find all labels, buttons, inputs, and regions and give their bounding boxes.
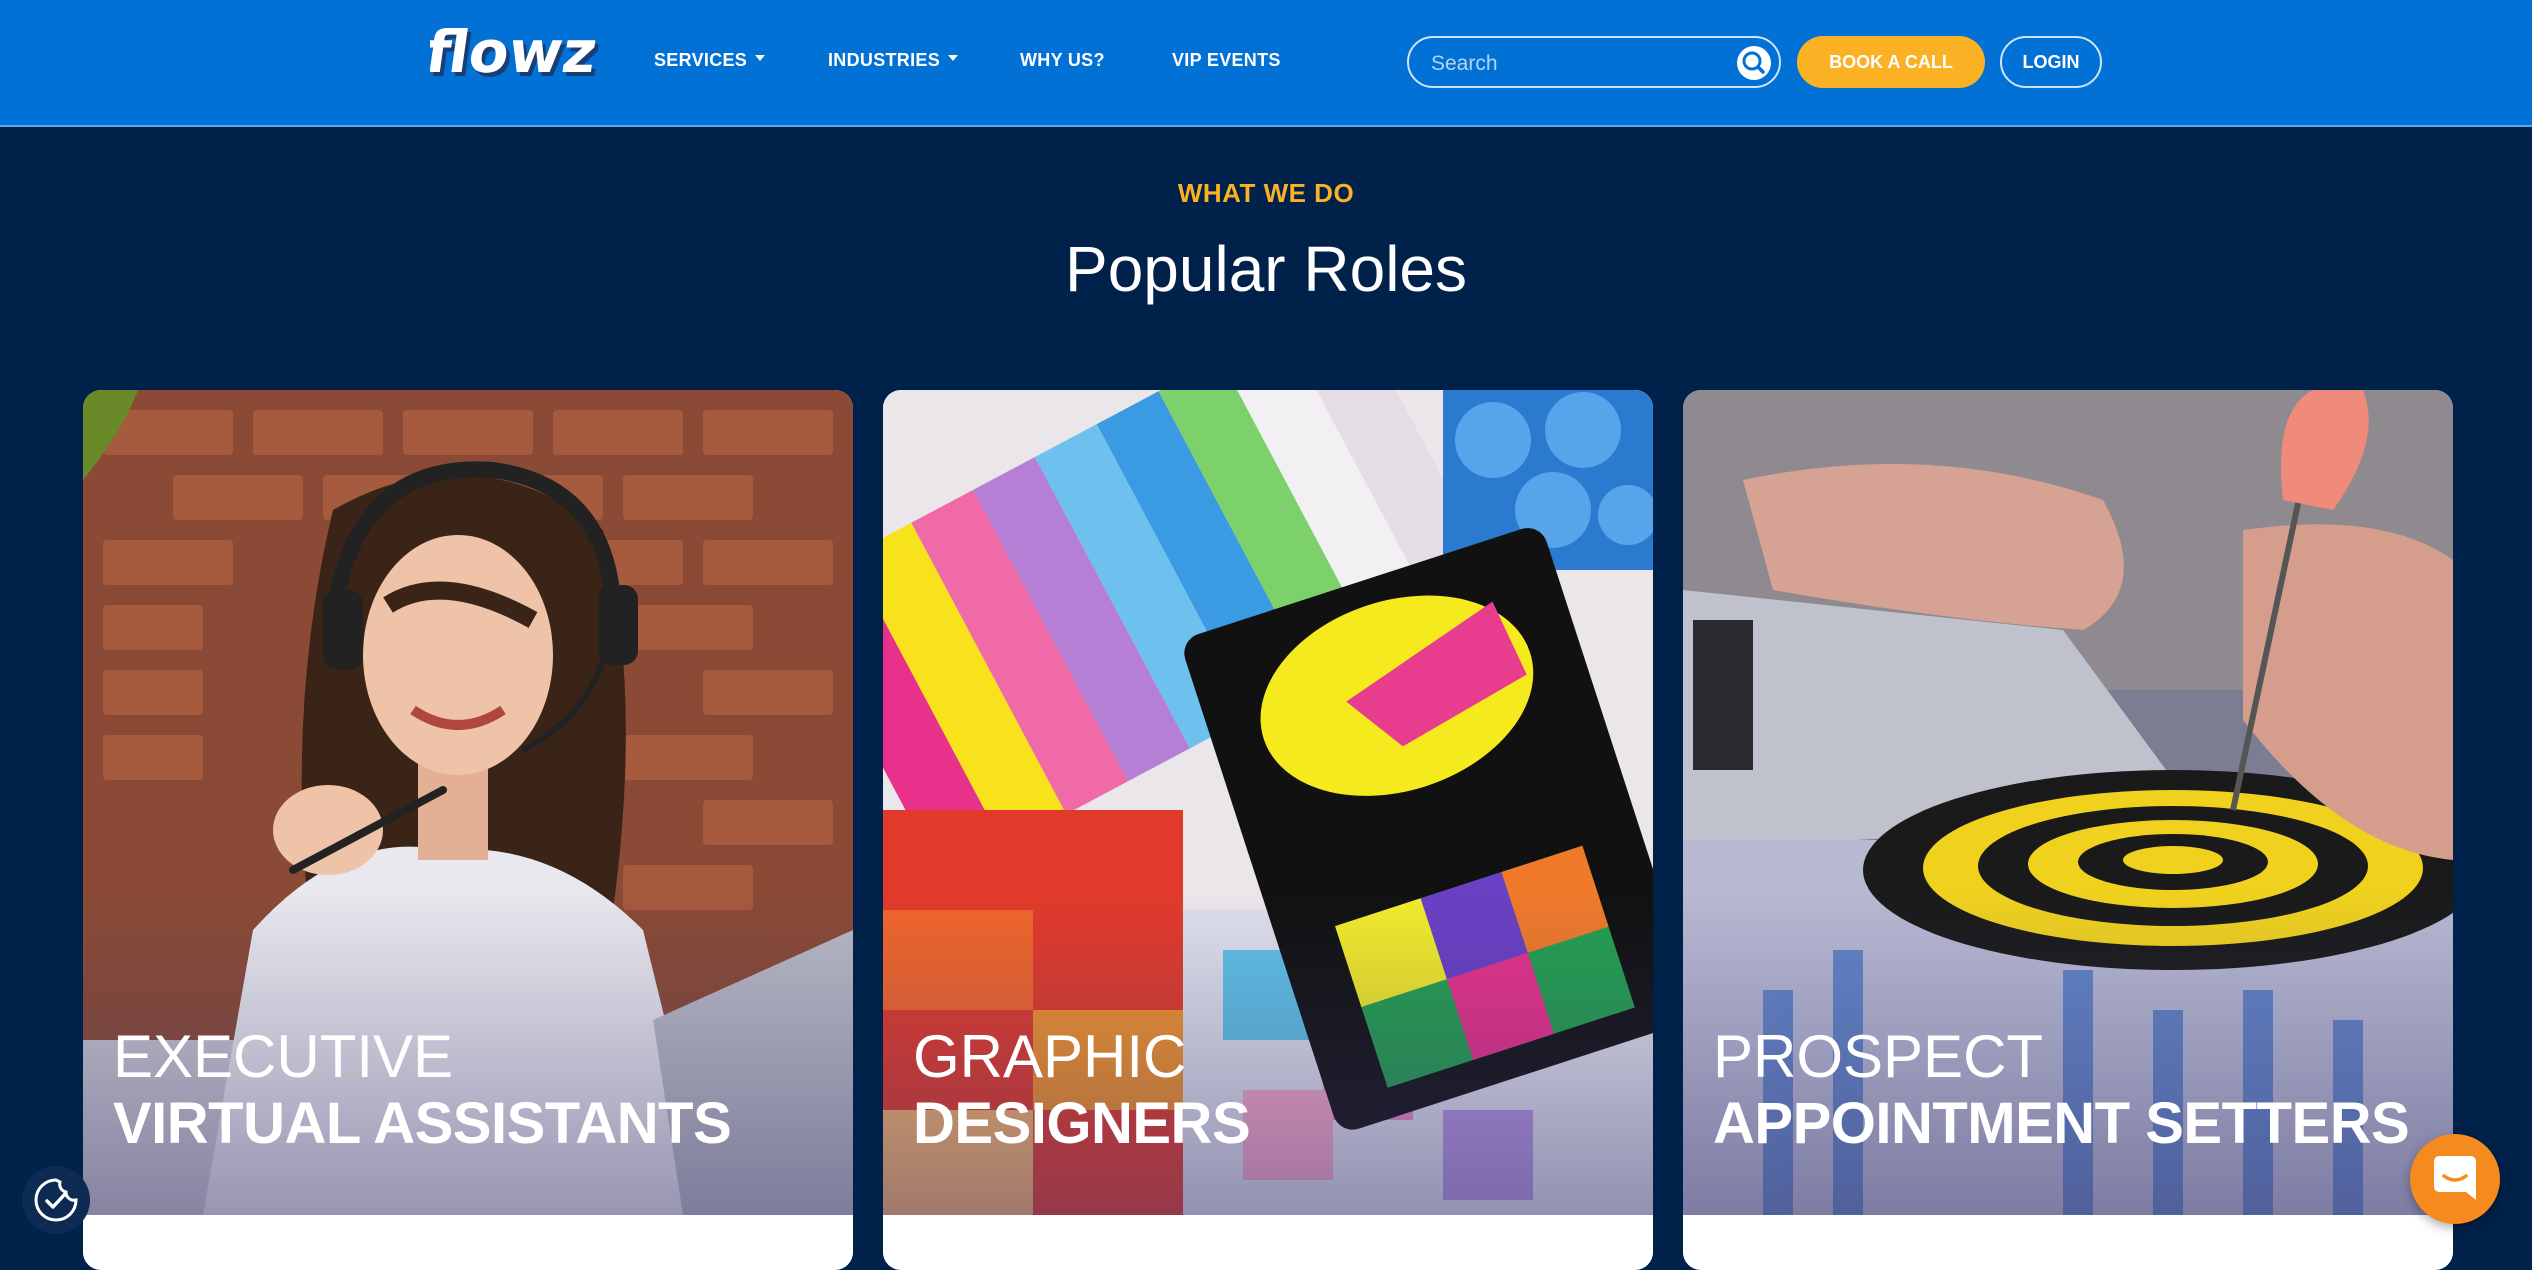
role-card-executive-virtual-assistants[interactable]: EXECUTIVE VIRTUAL ASSISTANTS	[83, 390, 853, 1270]
role-card-graphic-designers[interactable]: GRAPHIC DESIGNERS	[883, 390, 1653, 1270]
site-header: flowz flowz SERVICES INDUSTRIES WHY US? …	[0, 0, 2532, 127]
svg-text:flowz: flowz	[430, 26, 601, 86]
chat-bubble-icon[interactable]	[2410, 1134, 2500, 1224]
search-box	[1407, 36, 1781, 88]
card-footer	[83, 1215, 853, 1270]
nav-vip-events[interactable]: VIP EVENTS	[1172, 50, 1281, 71]
search-input[interactable]	[1429, 48, 1733, 80]
cookie-consent-icon[interactable]	[22, 1166, 90, 1234]
card-title-line1: GRAPHIC	[913, 1023, 1187, 1090]
chevron-down-icon	[948, 55, 959, 62]
section-title: Popular Roles	[1065, 233, 1467, 305]
section-eyebrow: WHAT WE DO	[1177, 178, 1355, 208]
nav-vip-events-label: VIP EVENTS	[1172, 50, 1281, 70]
role-card-prospect-appointment-setters[interactable]: PROSPECT APPOINTMENT SETTERS	[1683, 390, 2453, 1270]
login-button[interactable]: LOGIN	[2000, 36, 2102, 88]
card-title-line2: VIRTUAL ASSISTANTS	[113, 1091, 732, 1156]
nav-industries-label: INDUSTRIES	[828, 50, 941, 70]
nav-industries[interactable]: INDUSTRIES	[828, 50, 959, 71]
nav-services[interactable]: SERVICES	[654, 50, 766, 71]
card-title-line2: DESIGNERS	[913, 1091, 1251, 1156]
search-icon[interactable]	[1737, 46, 1771, 80]
nav-why-us-label: WHY US?	[1020, 50, 1105, 70]
book-a-call-button[interactable]: BOOK A CALL	[1797, 36, 1985, 88]
card-footer	[1683, 1215, 2453, 1270]
nav-why-us[interactable]: WHY US?	[1020, 50, 1105, 71]
flowz-logo[interactable]: flowz flowz	[422, 18, 605, 92]
nav-services-label: SERVICES	[654, 50, 748, 70]
card-title-line1: EXECUTIVE	[113, 1023, 454, 1090]
chevron-down-icon	[755, 55, 766, 62]
card-title-line1: PROSPECT	[1713, 1023, 2044, 1090]
card-title-line2: APPOINTMENT SETTERS	[1713, 1091, 2410, 1156]
card-footer	[883, 1215, 1653, 1270]
